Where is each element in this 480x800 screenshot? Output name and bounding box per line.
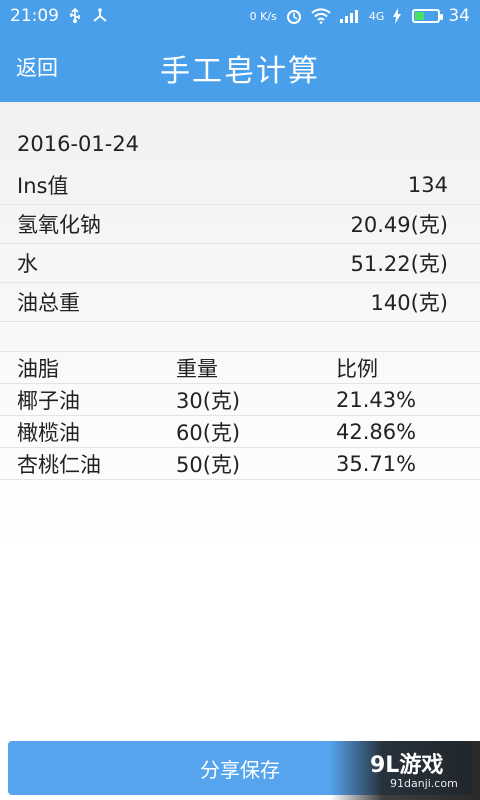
result-panel: 2016-01-24 Ins值 134 氢氧化钠 20.49(克) 水 51.2… [0,102,480,740]
oil-table: 油脂 重量 比例 椰子油 30(克) 21.43% 橄榄油 60(克) 42.8… [0,351,480,480]
oil-ratio: 35.71% [336,451,417,476]
page-title: 手工皂计算 [160,54,320,89]
column-header: 比例 [336,356,378,381]
watermark-brand: 9L游戏 [370,753,444,778]
column-header: 油脂 [17,356,59,381]
oil-table-header: 油脂 重量 比例 [0,352,480,384]
summary-value: 140(克) [370,291,448,315]
summary-row-ins: Ins值 134 [0,166,480,205]
summary-label: 油总重 [17,291,80,315]
summary-row-naoh: 氢氧化钠 20.49(克) [0,205,480,244]
network-type: 4G [368,9,385,23]
network-speed: 0 K/s [249,9,277,23]
battery-level: 34 [448,6,470,26]
title-bar: 返回 手工皂计算 [0,32,480,102]
summary-label: Ins值 [17,174,69,198]
summary-row-oil-total: 油总重 140(克) [0,283,480,322]
status-bar: 21:09 0 K/s 4G 34 [0,0,480,32]
charging-icon [392,8,402,24]
summary-row-water: 水 51.22(克) [0,244,480,283]
summary-label: 水 [17,252,38,276]
usb-debug-icon [91,8,109,24]
summary-label: 氢氧化钠 [17,213,101,237]
wifi-icon [311,8,331,24]
oil-name: 椰子油 [17,388,80,413]
oil-ratio: 42.86% [336,419,417,444]
watermark-url: 91danji.com [390,777,458,790]
usb-icon [67,8,83,24]
status-time: 21:09 [10,6,59,26]
summary-value: 51.22(克) [350,252,448,276]
oil-name: 橄榄油 [17,420,80,445]
oil-weight: 50(克) [176,452,241,477]
column-header: 重量 [176,356,218,381]
battery-icon [412,9,444,23]
record-date: 2016-01-24 [17,132,140,156]
table-row: 椰子油 30(克) 21.43% [0,384,480,416]
oil-name: 杏桃仁油 [17,452,101,477]
summary-value: 20.49(克) [350,213,448,237]
watermark: 9L游戏 91danji.com [330,741,480,800]
table-row: 橄榄油 60(克) 42.86% [0,416,480,448]
oil-weight: 30(克) [176,388,241,413]
alarm-icon [285,7,303,25]
signal-icon [339,8,361,24]
oil-ratio: 21.43% [336,387,417,412]
summary-value: 134 [407,173,448,197]
oil-weight: 60(克) [176,420,241,445]
summary-list: Ins值 134 氢氧化钠 20.49(克) 水 51.22(克) 油总重 14… [0,166,480,322]
table-row: 杏桃仁油 50(克) 35.71% [0,448,480,480]
